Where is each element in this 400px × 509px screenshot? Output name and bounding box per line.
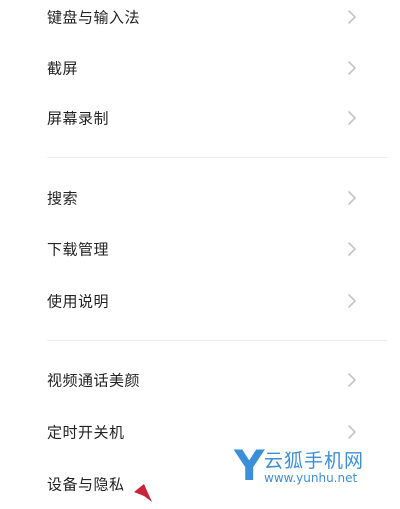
chevron-right-icon — [348, 10, 356, 24]
settings-item-label: 截屏 — [47, 59, 79, 78]
chevron-right-icon — [348, 242, 356, 256]
watermark-letter: Y — [234, 441, 265, 490]
section-divider — [47, 157, 387, 158]
watermark-logo: Y 云狐手机网 www.yunhu.net — [234, 442, 384, 492]
settings-item-label: 设备与隐私 — [47, 475, 125, 494]
settings-item-video-call-beauty[interactable]: 视频通话美颜 — [0, 355, 400, 405]
chevron-right-icon — [348, 61, 356, 75]
settings-item-download-manager[interactable]: 下载管理 — [0, 224, 400, 274]
chevron-right-icon — [348, 425, 356, 439]
settings-item-label: 屏幕录制 — [47, 109, 110, 128]
settings-item-user-guide[interactable]: 使用说明 — [0, 276, 400, 326]
pointer-arrow-icon — [134, 484, 152, 502]
settings-item-label: 视频通话美颜 — [47, 371, 141, 390]
watermark-name: 云狐手机网 — [264, 450, 365, 472]
section-divider — [47, 340, 387, 341]
chevron-right-icon — [348, 111, 356, 125]
chevron-right-icon — [348, 294, 356, 308]
settings-item-label: 搜索 — [47, 189, 79, 208]
settings-item-screenshot[interactable]: 截屏 — [0, 43, 400, 93]
chevron-right-icon — [348, 191, 356, 205]
settings-item-label: 下载管理 — [47, 240, 110, 259]
settings-item-screen-recording[interactable]: 屏幕录制 — [0, 93, 400, 143]
settings-item-label: 使用说明 — [47, 292, 110, 311]
chevron-right-icon — [348, 373, 356, 387]
settings-item-keyboard-input[interactable]: 键盘与输入法 — [0, 0, 400, 42]
watermark-url: www.yunhu.net — [264, 471, 358, 485]
settings-item-label: 定时开关机 — [47, 423, 125, 442]
settings-item-search[interactable]: 搜索 — [0, 173, 400, 223]
settings-item-label: 键盘与输入法 — [47, 8, 141, 27]
settings-list: 键盘与输入法 截屏 屏幕录制 搜索 下载管理 使用说明 视频通话美颜 定时开关机… — [0, 0, 400, 502]
